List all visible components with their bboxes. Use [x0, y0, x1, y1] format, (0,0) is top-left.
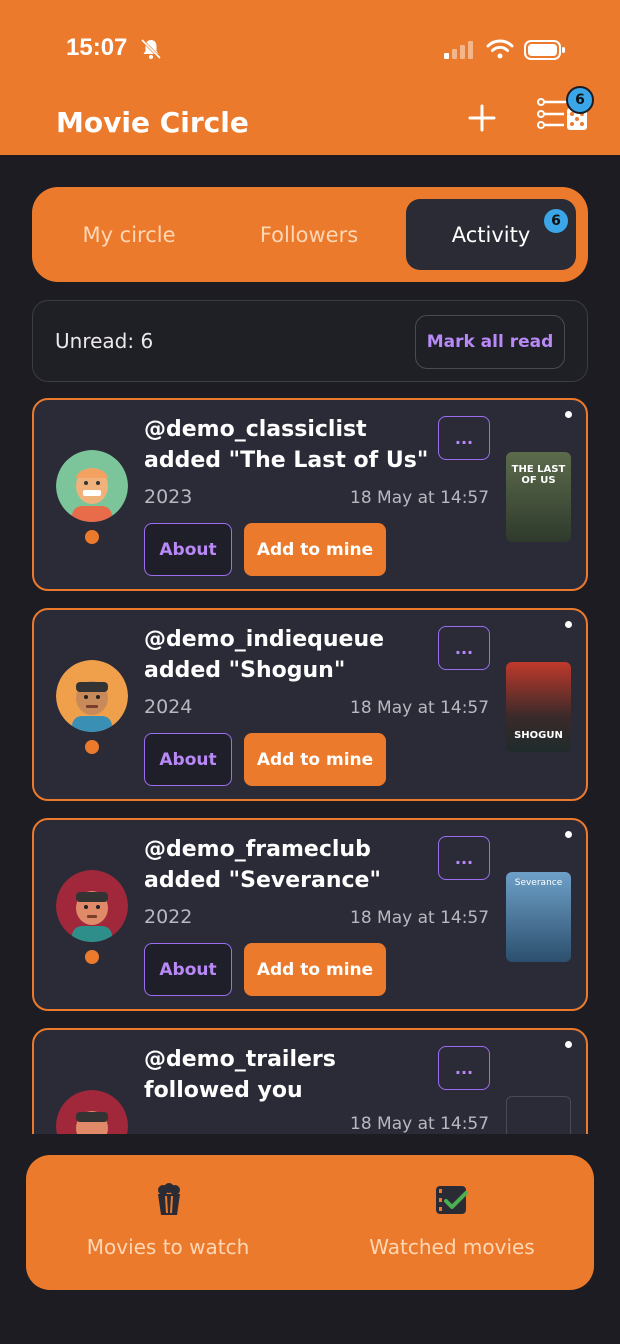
- card-username[interactable]: @demo_trailers: [144, 1047, 336, 1072]
- poster-title: THE LAST OF US: [511, 464, 566, 486]
- movie-poster[interactable]: Severance: [506, 872, 571, 962]
- tab-label: My circle: [82, 222, 176, 247]
- card-action: added "Shogun": [144, 658, 346, 683]
- card-year: 2023: [144, 486, 193, 508]
- wifi-icon: [486, 39, 514, 59]
- bell-off-icon: [140, 38, 162, 60]
- activity-card: @demo_indiequeue added "Shogun" 2024 18 …: [32, 608, 588, 801]
- status-time: 15:07: [66, 34, 128, 61]
- add-to-mine-button[interactable]: Add to mine: [244, 943, 386, 996]
- movie-poster[interactable]: THE LAST OF US: [506, 452, 571, 542]
- tab-followers[interactable]: Followers: [224, 199, 394, 270]
- activity-badge: 6: [542, 207, 570, 235]
- unread-dot: [565, 1041, 572, 1048]
- app-header: 15:07 Movie Circle 6: [0, 0, 620, 155]
- card-action: added "The Last of Us": [144, 448, 429, 473]
- film-check-icon: [436, 1186, 468, 1214]
- activity-card: @demo_trailers followed you 18 May at 14…: [32, 1028, 588, 1134]
- nav-movies-to-watch[interactable]: Movies to watch: [26, 1155, 310, 1290]
- card-time: 18 May at 14:57: [350, 488, 490, 508]
- avatar-icon: [56, 450, 128, 522]
- movie-poster[interactable]: SHOGUN: [506, 662, 571, 752]
- avatar[interactable]: [56, 450, 128, 522]
- card-year: 2022: [144, 906, 193, 928]
- more-button[interactable]: ...: [438, 626, 490, 670]
- about-button[interactable]: About: [144, 733, 232, 786]
- more-button[interactable]: ...: [438, 416, 490, 460]
- activity-card: @demo_frameclub added "Severance" 2022 1…: [32, 818, 588, 1011]
- unread-dot: [565, 831, 572, 838]
- filter-button[interactable]: 6: [534, 86, 594, 138]
- card-year: 2024: [144, 696, 193, 718]
- signal-icon: [444, 41, 473, 59]
- avatar[interactable]: [56, 1090, 128, 1134]
- avatar-icon: [56, 870, 128, 942]
- battery-icon: [524, 40, 565, 60]
- poster-title: SHOGUN: [514, 730, 563, 741]
- more-button[interactable]: ...: [438, 1046, 490, 1090]
- more-button[interactable]: ...: [438, 836, 490, 880]
- poster-placeholder: [506, 1096, 571, 1134]
- card-time: 18 May at 14:57: [350, 908, 490, 928]
- about-button[interactable]: About: [144, 523, 232, 576]
- tab-bar: My circle Followers Activity 6: [32, 187, 588, 282]
- add-to-mine-button[interactable]: Add to mine: [244, 733, 386, 786]
- activity-feed: @demo_classiclist added "The Last of Us"…: [0, 398, 620, 1134]
- bottom-navigation: Movies to watch Watched movies: [26, 1155, 594, 1290]
- card-time: 18 May at 14:57: [350, 698, 490, 718]
- nav-watched-movies[interactable]: Watched movies: [310, 1155, 594, 1290]
- plus-icon: [468, 104, 496, 132]
- poster-title: Severance: [514, 878, 563, 888]
- nav-label: Movies to watch: [86, 1235, 250, 1259]
- nav-label: Watched movies: [369, 1235, 535, 1259]
- tab-activity[interactable]: Activity 6: [406, 199, 576, 270]
- card-time: 18 May at 14:57: [350, 1114, 490, 1134]
- status-dot: [85, 950, 99, 964]
- card-action: followed you: [144, 1078, 303, 1103]
- filter-badge: 6: [566, 86, 594, 114]
- tab-my-circle[interactable]: My circle: [44, 199, 214, 270]
- unread-dot: [565, 411, 572, 418]
- avatar-icon: [56, 660, 128, 732]
- mark-all-read-button[interactable]: Mark all read: [415, 315, 565, 369]
- card-username[interactable]: @demo_frameclub: [144, 837, 371, 862]
- unread-bar: Unread: 6 Mark all read: [32, 300, 588, 382]
- unread-count: Unread: 6: [55, 329, 154, 353]
- avatar-icon: [56, 1090, 128, 1134]
- activity-card: @demo_classiclist added "The Last of Us"…: [32, 398, 588, 591]
- about-button[interactable]: About: [144, 943, 232, 996]
- card-username[interactable]: @demo_indiequeue: [144, 627, 384, 652]
- unread-dot: [565, 621, 572, 628]
- add-button[interactable]: [462, 98, 502, 138]
- card-username[interactable]: @demo_classiclist: [144, 417, 367, 442]
- add-to-mine-button[interactable]: Add to mine: [244, 523, 386, 576]
- tab-label: Followers: [259, 222, 359, 247]
- status-dot: [85, 530, 99, 544]
- popcorn-icon: [158, 1183, 180, 1215]
- card-action: added "Severance": [144, 868, 381, 893]
- app-title: Movie Circle: [56, 106, 249, 139]
- avatar[interactable]: [56, 660, 128, 732]
- status-dot: [85, 740, 99, 754]
- tab-label: Activity: [451, 222, 531, 247]
- avatar[interactable]: [56, 870, 128, 942]
